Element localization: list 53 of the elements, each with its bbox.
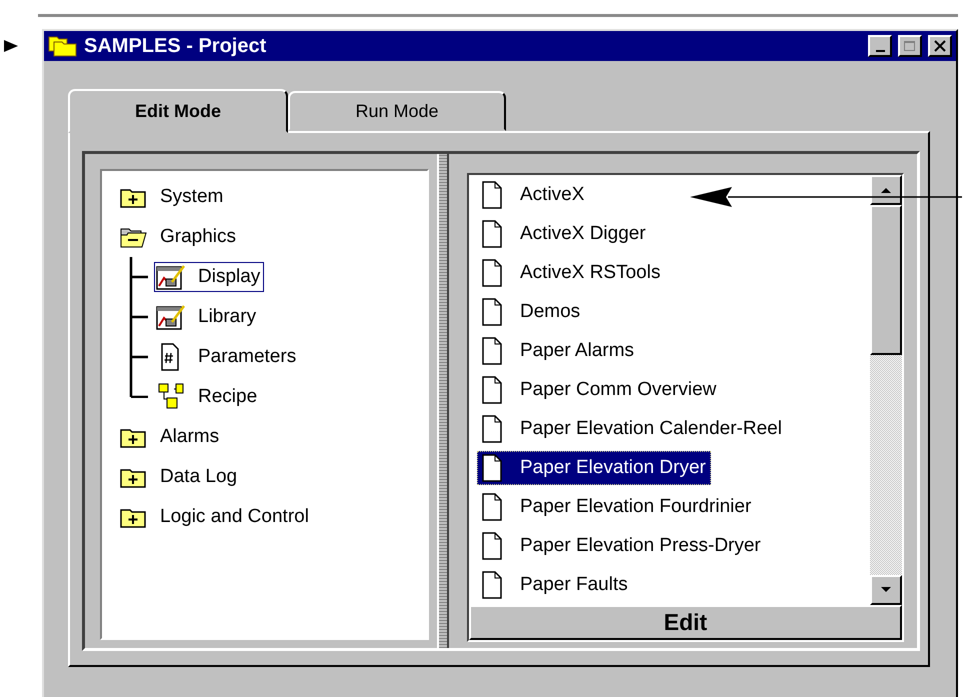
maximize-button[interactable] (898, 35, 922, 57)
tree-item[interactable]: Alarms (118, 424, 224, 450)
folders-icon (48, 35, 78, 57)
list-item[interactable]: Paper Elevation Calender-Reel (477, 412, 787, 446)
list-item[interactable]: ActiveX RSTools (477, 256, 666, 290)
document-icon (482, 298, 502, 326)
list-item[interactable]: Paper Elevation Press-Dryer (477, 528, 766, 562)
list-item[interactable]: Paper Elevation Fourdrinier (477, 490, 756, 524)
list-item[interactable]: Paper Elevation Dryer (477, 450, 711, 484)
scrollbar-thumb[interactable] (870, 205, 902, 355)
down-triangle-icon (880, 586, 892, 594)
list-item[interactable]: Demos (477, 294, 586, 328)
list-item[interactable]: Paper Comm Overview (477, 372, 722, 406)
tree-item[interactable]: Logic and Control (118, 504, 313, 530)
document-icon (482, 454, 502, 482)
tree-item[interactable]: Library (154, 302, 260, 332)
close-icon (933, 40, 947, 52)
tree-item[interactable]: Display (154, 262, 264, 292)
tree-item[interactable]: Recipe (154, 381, 262, 413)
list-item[interactable]: ActiveX (477, 178, 590, 212)
document-icon (482, 532, 502, 560)
document-icon (482, 220, 502, 248)
close-button[interactable] (928, 35, 952, 57)
document-icon (482, 414, 502, 442)
flowchart-icon (156, 383, 186, 411)
list-item[interactable]: ActiveX Digger (477, 216, 651, 250)
document-icon (482, 570, 502, 598)
list-item[interactable]: Paper Alarms (477, 334, 640, 368)
document-icon (482, 180, 502, 208)
document-icon (482, 376, 502, 404)
edit-button[interactable]: Edit (469, 605, 902, 640)
scroll-down-button[interactable] (870, 575, 902, 605)
open-folder-icon (120, 226, 148, 248)
splitter-handle[interactable] (437, 154, 449, 648)
window-title: SAMPLES - Project (84, 34, 268, 58)
chart-pencil-icon (156, 264, 186, 290)
up-triangle-icon (880, 186, 892, 194)
list-item[interactable]: Paper Faults (477, 568, 633, 602)
chart-pencil-icon (156, 304, 186, 330)
tree-item[interactable]: Graphics (118, 224, 240, 250)
document-icon (482, 336, 502, 364)
scroll-up-button[interactable] (870, 175, 902, 205)
tree-item[interactable]: System (118, 184, 228, 210)
tree-item[interactable]: Data Log (118, 464, 242, 490)
document-icon (482, 258, 502, 286)
minimize-icon (876, 50, 884, 52)
minimize-button[interactable] (868, 35, 892, 57)
tab[interactable]: Edit Mode (68, 89, 288, 133)
pointer-icon (4, 40, 18, 52)
tab[interactable]: Run Mode (288, 91, 506, 131)
maximize-icon (903, 40, 917, 52)
tree-item[interactable]: Parameters (154, 341, 300, 373)
document-icon (482, 492, 502, 520)
